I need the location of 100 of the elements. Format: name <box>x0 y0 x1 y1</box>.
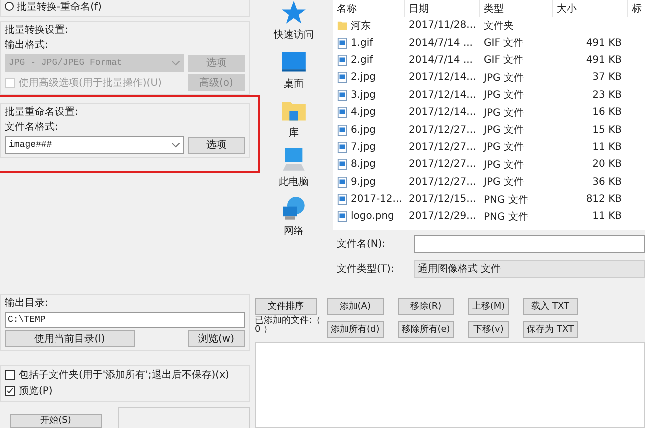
list-button[interactable]: 下移(v) <box>468 321 510 338</box>
file-date: 2017/12/15... <box>408 194 478 206</box>
field-label: 输出格式: <box>5 39 50 52</box>
file-name[interactable]: 4.jpg <box>351 107 376 118</box>
checkbox-label[interactable]: 包括子文件夹(用于'添加所有';退出后不保存)(x) <box>19 368 245 382</box>
column-header[interactable]: 大小 <box>553 0 628 17</box>
browse-button[interactable]: 浏览(w) <box>188 330 245 347</box>
file-type: PNG 文件 <box>483 194 530 207</box>
place-label[interactable]: 网络 <box>284 224 304 238</box>
file-date: 2017/12/14... <box>408 72 478 84</box>
list-button[interactable]: 添加所有(d) <box>327 321 384 338</box>
file-type: JPG 文件 <box>482 176 525 190</box>
file-date: 2017/12/29... <box>408 211 478 222</box>
column-header[interactable]: 类型 <box>480 0 553 17</box>
image-file-icon <box>337 194 348 206</box>
options-button[interactable]: 选项 <box>188 136 245 154</box>
column-header[interactable]: 名称 <box>333 0 405 17</box>
file-type: JPG 文件 <box>482 88 525 102</box>
file-name[interactable]: 8.jpg <box>351 159 376 170</box>
file-size: 11 KB <box>592 142 622 153</box>
network-icon[interactable] <box>281 196 307 222</box>
file-size: 812 KB <box>586 194 622 206</box>
file-name[interactable]: 6.jpg <box>351 124 376 136</box>
file-type-dropdown[interactable]: 通用图像格式 文件 <box>414 260 645 278</box>
file-date: 2017/12/27... <box>408 142 478 153</box>
file-size: 37 KB <box>592 72 622 84</box>
file-name[interactable]: 3.jpg <box>351 90 376 101</box>
checkbox-label[interactable]: 预览(P) <box>19 384 245 398</box>
field-label: 文件类型(T): <box>336 262 396 276</box>
file-date: 2014/7/14 ... <box>408 54 474 66</box>
list-button[interactable]: 上移(M) <box>468 298 510 315</box>
image-file-icon <box>337 176 348 188</box>
field-label: 文件名(N): <box>336 238 387 251</box>
file-type: JPG 文件 <box>482 140 525 154</box>
image-file-icon <box>337 159 348 170</box>
group-title: 批量转换设置: <box>5 24 70 37</box>
file-size: 23 KB <box>592 90 622 101</box>
file-name[interactable]: 7.jpg <box>351 142 376 153</box>
place-label[interactable]: 库 <box>289 126 299 140</box>
filename-pattern-dropdown[interactable]: image### <box>5 136 184 154</box>
list-button[interactable]: 移除(R) <box>398 298 454 315</box>
image-file-icon <box>337 54 348 66</box>
file-type: GIF 文件 <box>483 36 525 50</box>
file-type: JPG 文件 <box>482 72 525 85</box>
image-file-icon <box>337 142 348 153</box>
computer-icon[interactable] <box>281 147 307 173</box>
star-icon[interactable] <box>281 0 307 26</box>
added-files-count: 已添加的文件:（ 0 ） <box>255 317 322 335</box>
group-title: 批量重命名设置: <box>5 106 80 119</box>
sort-files-button[interactable]: 文件排序 <box>255 298 317 315</box>
checkbox[interactable] <box>5 370 15 380</box>
use-current-dir-button[interactable]: 使用当前目录(l) <box>5 330 135 347</box>
file-name[interactable]: 1.gif <box>351 38 374 49</box>
file-date: 2017/12/27... <box>408 176 478 188</box>
image-file-icon <box>337 90 348 101</box>
list-button[interactable]: 载入 TXT <box>523 298 578 315</box>
radio-button[interactable] <box>5 2 14 11</box>
image-file-icon <box>337 38 348 49</box>
file-type: JPG 文件 <box>482 158 525 172</box>
place-label[interactable]: 桌面 <box>284 77 304 91</box>
list-button[interactable]: 移除所有(e) <box>398 321 454 338</box>
file-type: JPG 文件 <box>482 124 525 138</box>
file-type: GIF 文件 <box>483 54 525 68</box>
file-date: 2017/11/28... <box>408 20 478 32</box>
file-date: 2014/7/14 ... <box>408 38 474 49</box>
checkbox[interactable] <box>5 386 15 396</box>
image-file-icon <box>337 124 348 136</box>
file-date: 2017/12/14... <box>408 107 478 118</box>
file-size: 491 KB <box>586 54 622 66</box>
file-name[interactable]: 2.gif <box>351 54 374 66</box>
file-name[interactable]: 2017-12... <box>351 194 402 206</box>
folder-icon <box>337 20 348 32</box>
file-name[interactable]: 9.jpg <box>351 176 376 188</box>
image-file-icon <box>337 107 348 118</box>
file-date: 2017/12/14... <box>408 90 478 101</box>
place-label[interactable]: 快速访问 <box>274 28 314 42</box>
image-file-icon <box>337 211 348 222</box>
file-name[interactable]: 2.jpg <box>351 72 376 84</box>
file-size: 15 KB <box>592 124 622 136</box>
field-label: 文件名格式: <box>5 121 60 134</box>
file-type: JPG 文件 <box>482 106 525 120</box>
radio-label[interactable]: 批量转换-重命名(f) <box>17 0 102 14</box>
file-size: 11 KB <box>592 211 622 222</box>
column-header[interactable]: 日期 <box>405 0 480 17</box>
output-dir-field[interactable]: C:\TEMP <box>5 312 245 328</box>
file-name[interactable]: logo.png <box>351 211 394 222</box>
file-size: 20 KB <box>592 159 622 170</box>
file-type: PNG 文件 <box>483 210 530 224</box>
file-name-field[interactable] <box>414 235 645 253</box>
file-date: 2017/12/27... <box>408 124 478 136</box>
file-name[interactable]: 河东 <box>351 18 371 33</box>
list-button[interactable]: 保存为 TXT <box>523 321 578 338</box>
column-header[interactable]: 标 <box>628 0 645 17</box>
file-size: 36 KB <box>592 176 622 188</box>
file-type: 文件夹 <box>483 20 515 33</box>
start-button[interactable]: 开始(S) <box>10 414 102 428</box>
place-label[interactable]: 此电脑 <box>279 175 309 189</box>
file-size: 491 KB <box>586 38 622 49</box>
group-title: 输出目录: <box>5 297 50 310</box>
list-button[interactable]: 添加(A) <box>327 298 384 315</box>
